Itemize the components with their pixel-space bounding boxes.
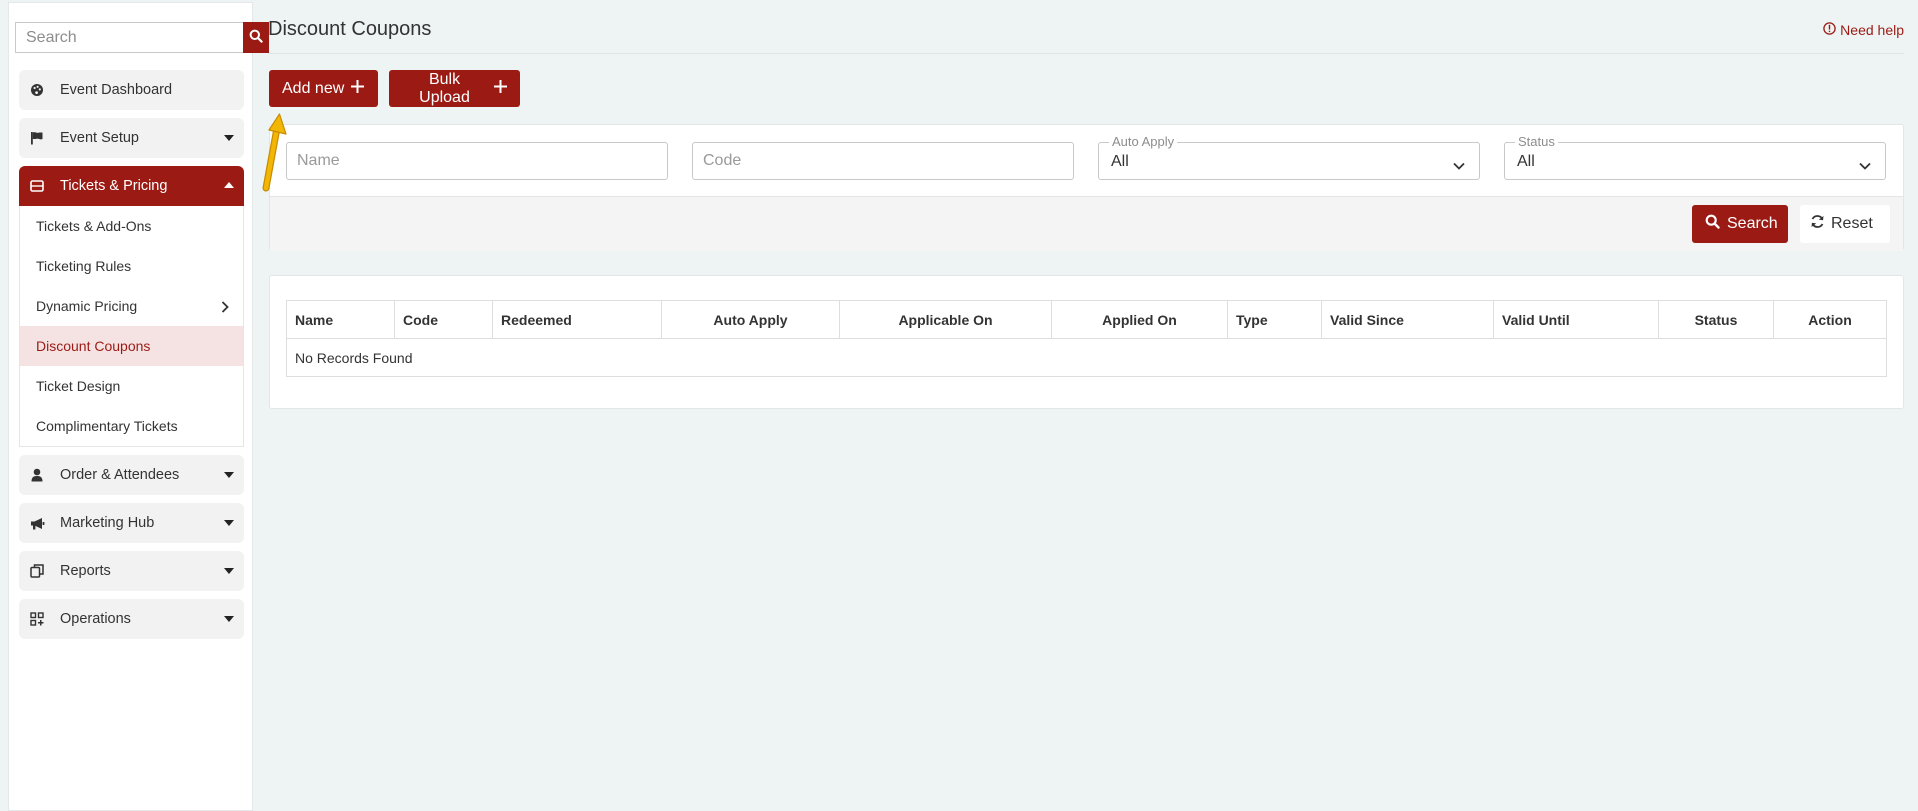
- column-header-action[interactable]: Action: [1773, 300, 1887, 339]
- search-icon: [1705, 214, 1720, 234]
- sidebar-subitem-label: Ticket Design: [36, 378, 121, 394]
- caret-up-icon: [224, 182, 234, 188]
- reset-button-label: Reset: [1831, 215, 1873, 232]
- plus-icon: [351, 79, 365, 98]
- column-header-status[interactable]: Status: [1658, 300, 1774, 339]
- sidebar-subitem-label: Dynamic Pricing: [36, 298, 138, 314]
- table-header-row: Name Code Redeemed Auto Apply Applicable…: [286, 300, 1887, 339]
- code-filter-input[interactable]: [693, 143, 1073, 179]
- column-header-applicable-on[interactable]: Applicable On: [839, 300, 1052, 339]
- empty-state-text: No Records Found: [286, 338, 1887, 377]
- sidebar-item-reports[interactable]: Reports: [19, 551, 244, 591]
- code-filter-field: [692, 142, 1074, 180]
- page-title: Discount Coupons: [268, 18, 432, 40]
- refresh-icon: [1810, 214, 1825, 234]
- sidebar-item-label: Tickets & Pricing: [60, 178, 168, 194]
- sidebar-item-label: Order & Attendees: [60, 467, 180, 483]
- chevron-down-icon: [1859, 157, 1871, 175]
- column-header-valid-until[interactable]: Valid Until: [1493, 300, 1659, 339]
- status-value: All: [1517, 153, 1535, 170]
- sidebar-item-label: Event Setup: [60, 130, 139, 146]
- column-header-auto-apply[interactable]: Auto Apply: [661, 300, 840, 339]
- search-icon: [249, 29, 263, 46]
- sidebar-item-tickets-pricing[interactable]: Tickets & Pricing: [19, 166, 244, 206]
- add-new-label: Add new: [282, 79, 345, 97]
- column-header-type[interactable]: Type: [1227, 300, 1322, 339]
- sidebar-item-label: Marketing Hub: [60, 515, 155, 531]
- ticket-icon: [29, 178, 45, 194]
- copy-icon: [29, 563, 45, 579]
- caret-down-icon: [224, 135, 234, 141]
- need-help-link[interactable]: Need help: [1823, 22, 1904, 38]
- auto-apply-value: All: [1111, 153, 1129, 170]
- sidebar-subitem-label: Ticketing Rules: [36, 258, 132, 274]
- add-new-button[interactable]: Add new: [269, 70, 378, 107]
- sidebar-search: [15, 22, 269, 53]
- status-label: Status: [1515, 134, 1558, 149]
- sidebar-subitem-dynamic-pricing[interactable]: Dynamic Pricing: [20, 286, 243, 326]
- need-help-label: Need help: [1840, 22, 1904, 38]
- chevron-down-icon: [1453, 157, 1465, 175]
- sidebar-subitem-label: Complimentary Tickets: [36, 418, 178, 434]
- caret-down-icon: [224, 520, 234, 526]
- column-header-redeemed[interactable]: Redeemed: [492, 300, 662, 339]
- search-button-label: Search: [1727, 215, 1778, 232]
- column-header-code[interactable]: Code: [394, 300, 493, 339]
- title-divider: [268, 53, 1904, 54]
- status-select[interactable]: Status All: [1504, 134, 1886, 180]
- sidebar-subitem-label: Discount Coupons: [36, 338, 151, 354]
- filter-actions: Search Reset: [270, 196, 1903, 251]
- auto-apply-label: Auto Apply: [1109, 134, 1178, 149]
- sidebar-subitem-tickets-addons[interactable]: Tickets & Add-Ons: [20, 206, 243, 246]
- sidebar-item-label: Reports: [60, 563, 111, 579]
- filter-fields: Auto Apply All Status All: [270, 125, 1903, 196]
- name-filter-field: [286, 142, 668, 180]
- sidebar-search-button[interactable]: [243, 22, 269, 53]
- sidebar-item-event-setup[interactable]: Event Setup: [19, 118, 244, 158]
- reset-button[interactable]: Reset: [1800, 205, 1890, 243]
- megaphone-icon: [29, 515, 45, 531]
- auto-apply-select[interactable]: Auto Apply All: [1098, 134, 1480, 180]
- info-circle-icon: [1823, 22, 1836, 38]
- grid-plus-icon: [29, 611, 45, 627]
- sidebar-item-label: Operations: [60, 611, 131, 627]
- palette-icon: [29, 82, 45, 98]
- bulk-upload-label: Bulk Upload: [419, 70, 470, 106]
- filter-panel: Auto Apply All Status All Search Reset: [269, 124, 1904, 251]
- sidebar-item-event-dashboard[interactable]: Event Dashboard: [19, 70, 244, 110]
- search-button[interactable]: Search: [1692, 205, 1788, 243]
- column-header-valid-since[interactable]: Valid Since: [1321, 300, 1494, 339]
- sidebar-search-input[interactable]: [15, 22, 243, 53]
- annotation-arrow-icon: [262, 113, 287, 192]
- name-filter-input[interactable]: [287, 143, 667, 179]
- caret-down-icon: [224, 616, 234, 622]
- flag-icon: [29, 130, 45, 146]
- column-header-name[interactable]: Name: [286, 300, 395, 339]
- sidebar-nav: Event Dashboard Event Setup Tickets & Pr…: [19, 70, 244, 647]
- sidebar-subitem-ticket-design[interactable]: Ticket Design: [20, 366, 243, 406]
- caret-down-icon: [224, 568, 234, 574]
- coupons-table: Name Code Redeemed Auto Apply Applicable…: [286, 300, 1887, 377]
- sidebar-item-marketing-hub[interactable]: Marketing Hub: [19, 503, 244, 543]
- sidebar-subitem-discount-coupons[interactable]: Discount Coupons: [20, 326, 243, 366]
- tickets-pricing-submenu: Tickets & Add-Ons Ticketing Rules Dynami…: [19, 206, 244, 447]
- user-icon: [29, 467, 45, 483]
- chevron-right-icon: [221, 300, 229, 316]
- plus-icon: [494, 79, 507, 98]
- table-row: No Records Found: [286, 338, 1887, 377]
- sidebar: Event Dashboard Event Setup Tickets & Pr…: [8, 2, 269, 811]
- caret-down-icon: [224, 472, 234, 478]
- sidebar-item-label: Event Dashboard: [60, 82, 173, 98]
- sidebar-item-operations[interactable]: Operations: [19, 599, 244, 639]
- coupons-table-card: Name Code Redeemed Auto Apply Applicable…: [269, 275, 1904, 409]
- sidebar-subitem-ticketing-rules[interactable]: Ticketing Rules: [20, 246, 243, 286]
- sidebar-item-order-attendees[interactable]: Order & Attendees: [19, 455, 244, 495]
- column-header-applied-on[interactable]: Applied On: [1051, 300, 1228, 339]
- sidebar-subitem-complimentary-tickets[interactable]: Complimentary Tickets: [20, 406, 243, 446]
- sidebar-subitem-label: Tickets & Add-Ons: [36, 218, 152, 234]
- bulk-upload-button[interactable]: Bulk Upload: [389, 70, 520, 107]
